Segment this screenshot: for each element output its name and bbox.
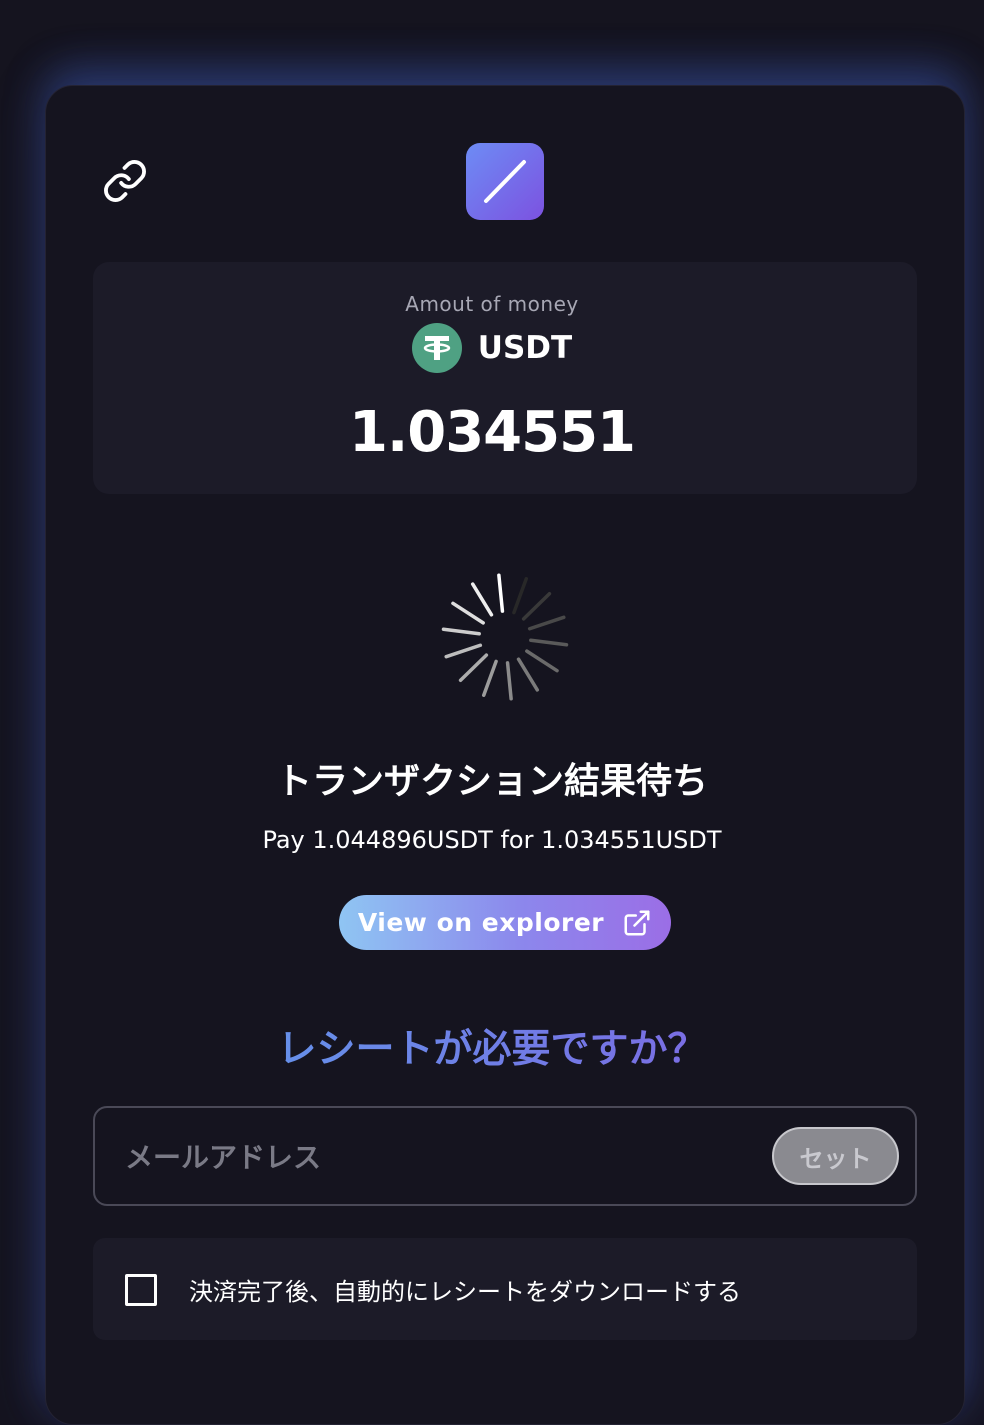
receipt-heading: レシートが必要ですか？ [0, 1018, 984, 1074]
spinner-ray [527, 615, 566, 631]
spinner-ray [497, 573, 505, 613]
coin-row: USDT [0, 322, 984, 374]
spinner-ray [451, 601, 485, 625]
spinner-ray [516, 657, 540, 692]
spinner-ray [529, 638, 569, 647]
spinner-ray [481, 659, 498, 697]
email-field-wrapper: セット [93, 1106, 917, 1206]
spinner-ray [525, 649, 559, 673]
loading-spinner-icon [441, 573, 569, 701]
amount-label: Amout of money [405, 292, 579, 316]
status-title: トランザクション結果待ち [275, 761, 708, 802]
view-on-explorer-button[interactable]: View on explorer [339, 895, 671, 950]
spinner-ray [505, 661, 513, 701]
auto-download-checkbox[interactable] [125, 1274, 157, 1306]
amount-value: 1.034551 [348, 400, 636, 465]
link-icon[interactable] [102, 158, 148, 204]
spinner-ray [521, 592, 552, 621]
payment-summary: Pay 1.044896USDT for 1.034551USDT [262, 826, 722, 854]
auto-download-panel: 決済完了後、自動的にレシートをダウンロードする [93, 1238, 917, 1340]
app-logo-icon [466, 143, 544, 220]
auto-download-label: 決済完了後、自動的にレシートをダウンロードする [189, 1278, 741, 1306]
email-input[interactable] [125, 1132, 745, 1182]
external-link-icon [624, 910, 650, 935]
spinner-ray [512, 577, 529, 615]
tether-icon [411, 323, 462, 373]
spinner-ray [470, 582, 494, 617]
spinner-ray [444, 643, 483, 659]
explorer-button-label: View on explorer [357, 908, 605, 937]
coin-name: USDT [477, 330, 573, 366]
spinner-ray [458, 653, 489, 682]
set-button[interactable]: セット [772, 1127, 899, 1185]
spinner-ray [441, 627, 481, 636]
